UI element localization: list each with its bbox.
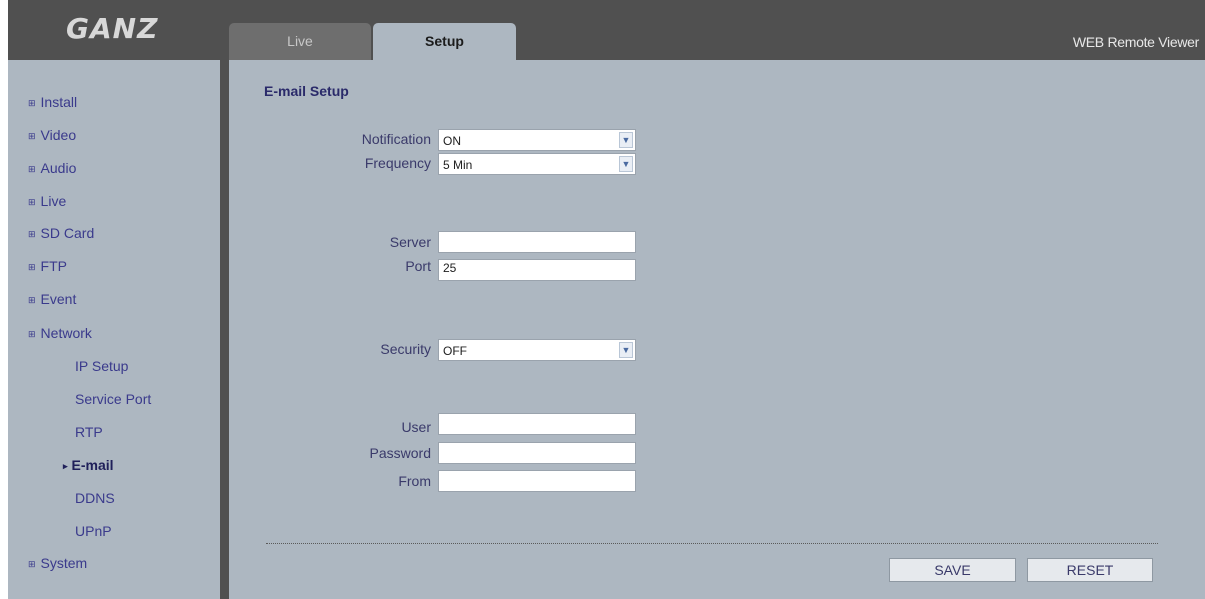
sidebar-item-ftp[interactable]: ⊞ FTP <box>28 257 67 277</box>
app-frame: GANZ Live Setup WEB Remote Viewer ⊞ Insta… <box>8 0 1205 599</box>
server-input[interactable] <box>438 231 636 253</box>
reset-button[interactable]: RESET <box>1027 558 1153 582</box>
divider <box>266 543 1158 544</box>
port-label: Port <box>405 258 431 274</box>
sidebar-subitem-rtp[interactable]: RTP <box>75 423 103 441</box>
chevron-down-icon: ▼ <box>619 342 633 358</box>
sidebar-subitem-upnp[interactable]: UPnP <box>75 522 112 540</box>
sidebar-item-label: Video <box>40 127 77 143</box>
password-label: Password <box>369 445 431 461</box>
square-bullet-icon: ⊞ <box>28 295 36 305</box>
sidebar-subitem-ip-setup[interactable]: IP Setup <box>75 357 128 375</box>
square-bullet-icon: ⊞ <box>28 559 36 569</box>
notification-label: Notification <box>361 131 431 147</box>
square-bullet-icon: ⊞ <box>28 229 36 239</box>
frequency-value: 5 Min <box>443 158 473 172</box>
sidebar-item-label: System <box>40 555 88 571</box>
server-label: Server <box>389 234 431 250</box>
chevron-down-icon: ▼ <box>619 132 633 148</box>
sidebar-item-sd-card[interactable]: ⊞ SD Card <box>28 224 94 244</box>
sidebar-item-network[interactable]: ⊞ Network <box>28 324 92 344</box>
security-select[interactable]: OFF ▼ <box>438 339 636 361</box>
sidebar-item-label: FTP <box>40 258 67 274</box>
sidebar-item-label: E-mail <box>71 457 114 473</box>
tab-setup[interactable]: Setup <box>373 23 516 60</box>
sidebar-item-audio[interactable]: ⊞ Audio <box>28 159 76 179</box>
security-value: OFF <box>443 344 467 358</box>
sidebar-subitem-ddns[interactable]: DDNS <box>75 489 115 507</box>
sidebar-subitem-service-port[interactable]: Service Port <box>75 390 151 408</box>
sidebar-item-label: Install <box>40 94 78 110</box>
sidebar-item-label: SD Card <box>40 225 95 241</box>
from-input[interactable] <box>438 470 636 492</box>
tab-live[interactable]: Live <box>229 23 371 60</box>
square-bullet-icon: ⊞ <box>28 262 36 272</box>
ganz-logo: GANZ <box>66 12 159 45</box>
square-bullet-icon: ⊞ <box>28 98 36 108</box>
page-title: E-mail Setup <box>264 83 349 99</box>
caret-right-icon: ▸ <box>63 461 68 471</box>
sidebar-item-label: Network <box>40 325 92 341</box>
sidebar-item-video[interactable]: ⊞ Video <box>28 126 76 146</box>
square-bullet-icon: ⊞ <box>28 197 36 207</box>
frequency-select[interactable]: 5 Min ▼ <box>438 153 636 175</box>
frequency-label: Frequency <box>364 155 431 171</box>
sidebar: ⊞ Install ⊞ Video ⊞ Audio ⊞ Live ⊞ SD Card ⊞ F… <box>8 60 220 599</box>
app-title: WEB Remote Viewer <box>1072 34 1199 50</box>
sidebar-item-install[interactable]: ⊞ Install <box>28 93 77 113</box>
square-bullet-icon: ⊞ <box>28 164 36 174</box>
security-label: Security <box>380 341 431 357</box>
save-button[interactable]: SAVE <box>889 558 1016 582</box>
sidebar-item-label: Live <box>40 193 67 209</box>
sidebar-item-event[interactable]: ⊞ Event <box>28 290 76 310</box>
square-bullet-icon: ⊞ <box>28 131 36 141</box>
chevron-down-icon: ▼ <box>619 156 633 172</box>
sidebar-item-system[interactable]: ⊞ System <box>28 554 87 574</box>
main-panel: E-mail Setup Notification ON ▼ Frequency… <box>229 60 1205 599</box>
from-label: From <box>398 473 431 489</box>
header: GANZ Live Setup WEB Remote Viewer <box>8 0 1205 60</box>
user-label: User <box>401 419 431 435</box>
sidebar-item-label: Audio <box>40 160 77 176</box>
square-bullet-icon: ⊞ <box>28 329 36 339</box>
sidebar-item-live[interactable]: ⊞ Live <box>28 192 66 212</box>
sidebar-item-label: Event <box>40 291 77 307</box>
sidebar-subitem-e-mail[interactable]: ▸ E-mail <box>63 456 114 476</box>
port-input[interactable]: 25 <box>438 259 636 281</box>
notification-value: ON <box>443 134 461 148</box>
notification-select[interactable]: ON ▼ <box>438 129 636 151</box>
user-input[interactable] <box>438 413 636 435</box>
password-input[interactable] <box>438 442 636 464</box>
